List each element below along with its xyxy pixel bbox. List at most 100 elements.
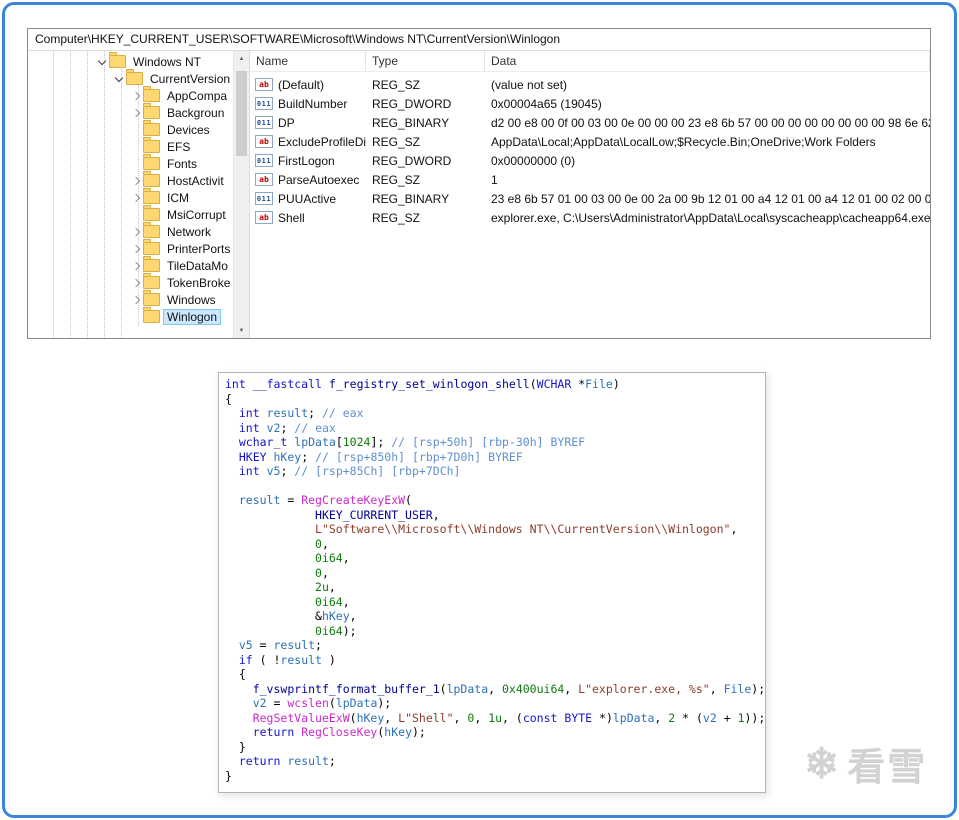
code-token: 0i64 [315,551,343,565]
code-token: 1024 [343,435,371,449]
code-line[interactable]: f_vswprintf_format_buffer_1(lpData, 0x40… [225,682,765,697]
code-line[interactable]: { [225,667,765,682]
chevron-collapsed-icon[interactable] [130,260,142,272]
code-line[interactable]: HKEY hKey; // [rsp+850h] [rbp+7D0h] BYRE… [225,450,765,465]
tree-item-devices[interactable]: Devices [28,121,233,138]
code-token [225,435,239,449]
code-token [322,377,329,391]
folder-icon [143,208,160,221]
tree-item-msicorrupt[interactable]: MsiCorrupt [28,206,233,223]
code-token: + [717,711,738,725]
tree-item-currentversion[interactable]: CurrentVersion [28,70,233,87]
code-line[interactable]: HKEY_CURRENT_USER, [225,508,765,523]
scroll-up-icon[interactable]: ▲ [234,51,249,66]
chevron-collapsed-icon[interactable] [130,107,142,119]
code-token: hKey [274,450,302,464]
tree-item-tiledatamo[interactable]: TileDataMo [28,257,233,274]
code-line[interactable]: int v2; // eax [225,421,765,436]
code-line[interactable]: 0, [225,566,765,581]
code-line[interactable]: L"Software\\Microsoft\\Windows NT\\Curre… [225,522,765,537]
chevron-collapsed-icon[interactable] [130,175,142,187]
tree-item-label: Devices [164,123,213,137]
tree-item-network[interactable]: Network [28,223,233,240]
tree-item-label: ICM [164,191,192,205]
tree-scrollbar[interactable]: ▲ ▼ [233,51,249,338]
chevron-collapsed-icon[interactable] [130,277,142,289]
registry-value-row[interactable]: 011BuildNumberREG_DWORD0x00004a65 (19045… [250,94,930,113]
scroll-down-icon[interactable]: ▼ [234,323,249,338]
code-line[interactable]: int result; // eax [225,406,765,421]
column-header-name[interactable]: Name [250,51,366,71]
code-token: WCHAR [537,377,572,391]
registry-value-row[interactable]: abShellREG_SZexplorer.exe, C:\Users\Admi… [250,208,930,227]
column-header-data[interactable]: Data [485,51,930,71]
code-token: RegCloseKey [301,725,377,739]
code-token [225,580,315,594]
tree-item-backgroun[interactable]: Backgroun [28,104,233,121]
code-line[interactable]: v2 = wcslen(lpData); [225,696,765,711]
tree-item-tokenbroke[interactable]: TokenBroke [28,274,233,291]
tree-item-icm[interactable]: ICM [28,189,233,206]
registry-address-bar[interactable]: Computer\HKEY_CURRENT_USER\SOFTWARE\Micr… [28,29,930,51]
code-token: // [rsp+85Ch] [rbp+7DCh] [294,464,460,478]
code-line[interactable]: int __fastcall f_registry_set_winlogon_s… [225,377,765,392]
code-token: = [280,493,301,507]
code-line[interactable]: } [225,740,765,755]
code-line[interactable]: &hKey, [225,609,765,624]
code-token [260,406,267,420]
chevron-collapsed-icon[interactable] [130,294,142,306]
registry-value-row[interactable]: 011DPREG_BINARYd2 00 e8 00 0f 00 03 00 0… [250,113,930,132]
registry-value-row[interactable]: abExcludeProfileDirsREG_SZAppData\Local;… [250,132,930,151]
tree-item-fonts[interactable]: Fonts [28,155,233,172]
code-line[interactable]: 2u, [225,580,765,595]
tree-item-windows-nt[interactable]: Windows NT [28,53,233,70]
registry-value-row[interactable]: ab(Default)REG_SZ(value not set) [250,75,930,94]
code-token: , [710,682,724,696]
code-line[interactable]: int v5; // [rsp+85Ch] [rbp+7DCh] [225,464,765,479]
code-line[interactable]: } [225,769,765,784]
chevron-expanded-icon[interactable] [96,56,108,68]
code-line[interactable]: { [225,392,765,407]
code-line[interactable]: 0i64); [225,624,765,639]
code-line[interactable]: 0i64, [225,551,765,566]
code-token: int [239,421,260,435]
code-token: 0 [315,566,322,580]
code-line[interactable]: result = RegCreateKeyExW( [225,493,765,508]
chevron-collapsed-icon[interactable] [130,243,142,255]
chevron-placeholder [130,124,142,136]
code-token [225,493,239,507]
code-token: ( [350,711,357,725]
registry-value-row[interactable]: 011PUUActiveREG_BINARY23 e8 6b 57 01 00 … [250,189,930,208]
code-token: result [274,638,316,652]
code-line[interactable]: 0, [225,537,765,552]
tree-item-windows[interactable]: Windows [28,291,233,308]
code-token: & [225,609,322,623]
tree-item-hostactivit[interactable]: HostActivit [28,172,233,189]
code-line[interactable]: if ( !result ) [225,653,765,668]
chevron-collapsed-icon[interactable] [130,90,142,102]
scrollbar-thumb[interactable] [236,71,247,156]
code-line[interactable]: v5 = result; [225,638,765,653]
code-token: ; [280,421,294,435]
tree-item-winlogon[interactable]: Winlogon [28,308,233,325]
code-token: , ( [502,711,523,725]
code-token: v2 [253,696,267,710]
code-line[interactable]: return RegCloseKey(hKey); [225,725,765,740]
code-token [225,464,239,478]
tree-item-appcompa[interactable]: AppCompa [28,87,233,104]
chevron-expanded-icon[interactable] [113,73,125,85]
tree-item-printerports[interactable]: PrinterPorts [28,240,233,257]
code-line[interactable]: 0i64, [225,595,765,610]
chevron-collapsed-icon[interactable] [130,226,142,238]
code-line[interactable]: RegSetValueExW(hKey, L"Shell", 0, 1u, (c… [225,711,765,726]
registry-value-row[interactable]: 011FirstLogonREG_DWORD0x00000000 (0) [250,151,930,170]
code-line[interactable]: wchar_t lpData[1024]; // [rsp+50h] [rbp-… [225,435,765,450]
chevron-collapsed-icon[interactable] [130,192,142,204]
code-token: File [585,377,613,391]
value-name: ParseAutoexec [278,173,359,187]
tree-item-efs[interactable]: EFS [28,138,233,155]
code-line[interactable] [225,479,765,494]
code-line[interactable]: return result; [225,754,765,769]
registry-value-row[interactable]: abParseAutoexecREG_SZ1 [250,170,930,189]
column-header-type[interactable]: Type [366,51,485,71]
